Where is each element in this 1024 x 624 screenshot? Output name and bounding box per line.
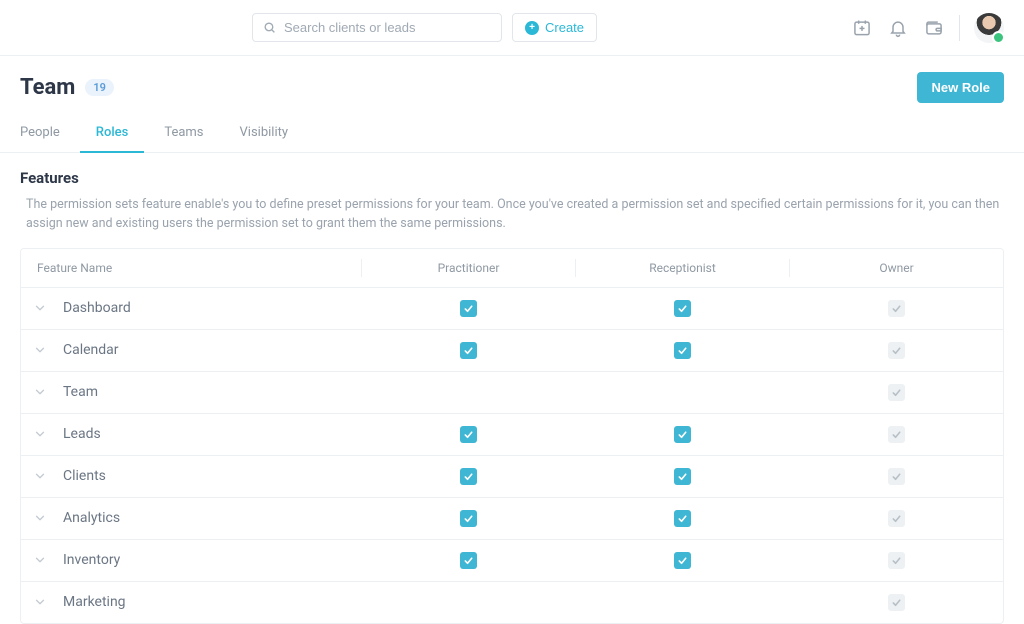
table-row: Clients [21,456,1003,498]
search-box[interactable] [252,13,502,42]
checkbox-owner[interactable] [888,468,905,485]
checkbox-practitioner[interactable] [460,342,477,359]
feature-label: Clients [63,468,106,484]
feature-label: Leads [63,426,101,442]
plus-icon: + [525,21,539,35]
checkbox-practitioner[interactable] [460,468,477,485]
chevron-down-icon[interactable] [33,469,47,483]
checkbox-owner[interactable] [888,594,905,611]
avatar[interactable] [974,13,1004,43]
new-role-button[interactable]: New Role [917,72,1004,103]
checkbox-receptionist[interactable] [674,594,691,611]
tab-visibility[interactable]: Visibility [240,115,289,152]
checkbox-owner[interactable] [888,510,905,527]
count-badge: 19 [85,79,114,96]
section-title: Features [20,169,1004,187]
table-row: Dashboard [21,288,1003,330]
chevron-down-icon[interactable] [33,385,47,399]
checkbox-receptionist[interactable] [674,300,691,317]
checkbox-owner[interactable] [888,300,905,317]
chevron-down-icon[interactable] [33,595,47,609]
chevron-down-icon[interactable] [33,511,47,525]
table-row: Inventory [21,540,1003,582]
chevron-down-icon[interactable] [33,301,47,315]
table-header: Feature Name Practitioner Receptionist O… [21,249,1003,288]
checkbox-practitioner[interactable] [460,552,477,569]
col-owner: Owner [789,259,1003,277]
feature-label: Inventory [63,552,120,568]
checkbox-owner[interactable] [888,552,905,569]
chevron-down-icon[interactable] [33,343,47,357]
bell-icon[interactable] [887,17,909,39]
tab-roles[interactable]: Roles [96,115,129,152]
table-row: Analytics [21,498,1003,540]
topbar: + Create [0,0,1024,56]
content: Features The permission sets feature ena… [0,153,1024,624]
checkbox-owner[interactable] [888,426,905,443]
checkbox-receptionist[interactable] [674,426,691,443]
checkbox-receptionist[interactable] [674,468,691,485]
create-button[interactable]: + Create [512,13,597,42]
table-row: Leads [21,414,1003,456]
tabs: People Roles Teams Visibility [0,115,1024,153]
feature-label: Calendar [63,342,119,358]
divider [959,15,960,41]
page-header: Team 19 New Role [0,56,1024,115]
search-input[interactable] [284,20,491,35]
create-label: Create [545,20,584,35]
checkbox-receptionist[interactable] [674,510,691,527]
calendar-icon[interactable] [851,17,873,39]
checkbox-practitioner[interactable] [460,426,477,443]
checkbox-receptionist[interactable] [674,342,691,359]
table-row: Team [21,372,1003,414]
page-title: Team [20,75,75,100]
feature-label: Team [63,384,98,400]
feature-label: Analytics [63,510,120,526]
col-feature-name: Feature Name [21,261,361,275]
wallet-icon[interactable] [923,17,945,39]
checkbox-practitioner[interactable] [460,594,477,611]
checkbox-practitioner[interactable] [460,510,477,527]
checkbox-receptionist[interactable] [674,552,691,569]
search-icon [263,21,276,34]
tab-teams[interactable]: Teams [164,115,203,152]
checkbox-owner[interactable] [888,342,905,359]
chevron-down-icon[interactable] [33,553,47,567]
table-row: Marketing [21,582,1003,623]
feature-label: Marketing [63,594,126,610]
checkbox-practitioner[interactable] [460,384,477,401]
features-table: Feature Name Practitioner Receptionist O… [20,248,1004,624]
checkbox-owner[interactable] [888,384,905,401]
feature-label: Dashboard [63,300,131,316]
checkbox-receptionist[interactable] [674,384,691,401]
table-row: Calendar [21,330,1003,372]
checkbox-practitioner[interactable] [460,300,477,317]
section-description: The permission sets feature enable's you… [20,195,1004,234]
chevron-down-icon[interactable] [33,427,47,441]
tab-people[interactable]: People [20,115,60,152]
col-practitioner: Practitioner [361,259,575,277]
col-receptionist: Receptionist [575,259,789,277]
